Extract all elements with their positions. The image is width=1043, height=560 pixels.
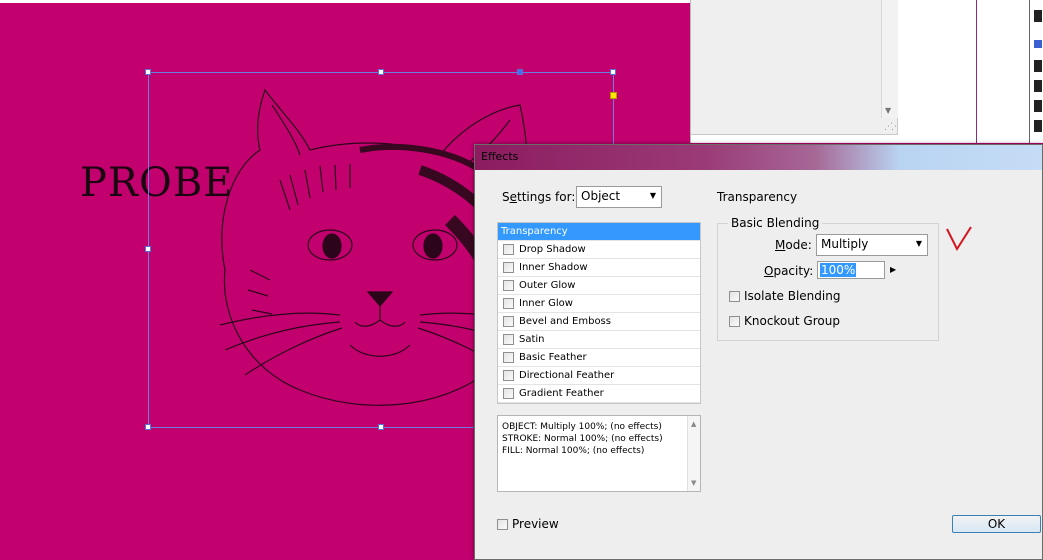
opacity-slider-arrow-icon[interactable]: ▶ — [890, 265, 896, 274]
frame-handle-top-left[interactable] — [145, 69, 151, 75]
frame-handle-top-center[interactable] — [378, 69, 384, 75]
dialog-title: Effects — [481, 150, 519, 163]
scroll-down-icon[interactable]: ▼ — [885, 106, 891, 115]
settings-for-label: Settings for: — [502, 190, 576, 204]
mode-value: Multiply — [821, 237, 869, 251]
frame-handle-bottom-center[interactable] — [378, 424, 384, 430]
canvas-top-edge — [0, 0, 690, 3]
effect-inner-glow[interactable]: Inner Glow — [498, 295, 700, 313]
effects-list: Transparency Drop Shadow Inner Shadow Ou… — [497, 222, 701, 404]
scroll-up-icon[interactable]: ▲ — [691, 418, 696, 430]
panel-scrollbar[interactable]: ▼ — [881, 0, 898, 118]
inner-glow-checkbox[interactable] — [503, 298, 514, 309]
effect-drop-shadow[interactable]: Drop Shadow — [498, 241, 700, 259]
effect-transparency[interactable]: Transparency — [498, 223, 700, 241]
red-check-annotation — [946, 226, 972, 252]
panel-divider — [1029, 0, 1030, 143]
effect-outer-glow[interactable]: Outer Glow — [498, 277, 700, 295]
isolate-blending-toggle[interactable]: Isolate Blending — [729, 289, 840, 303]
frame-handle-top-blue[interactable] — [517, 69, 523, 75]
basic-feather-checkbox[interactable] — [503, 352, 514, 363]
settings-for-select[interactable]: Object ▼ — [576, 186, 662, 208]
summary-scrollbar[interactable]: ▲ ▼ — [687, 416, 700, 491]
basic-blending-group: Basic Blending Mode: Multiply ▼ Opacity:… — [717, 216, 939, 341]
opacity-value: 100% — [820, 263, 857, 277]
satin-checkbox[interactable] — [503, 334, 514, 345]
ok-button[interactable]: OK — [952, 515, 1041, 533]
directional-feather-checkbox[interactable] — [503, 370, 514, 381]
chevron-down-icon: ▼ — [915, 239, 922, 248]
frame-handle-bottom-left[interactable] — [145, 424, 151, 430]
knockout-group-toggle[interactable]: Knockout Group — [729, 314, 840, 328]
preview-toggle[interactable]: Preview — [497, 517, 559, 531]
opacity-input[interactable]: 100% — [817, 261, 885, 279]
bevel-emboss-checkbox[interactable] — [503, 316, 514, 327]
inner-shadow-checkbox[interactable] — [503, 262, 514, 273]
effects-summary: OBJECT: Multiply 100%; (no effects) STRO… — [497, 415, 701, 492]
panel-list — [691, 0, 898, 135]
knockout-group-label: Knockout Group — [744, 314, 840, 328]
chevron-down-icon: ▼ — [649, 191, 656, 200]
effect-satin[interactable]: Satin — [498, 331, 700, 349]
preview-checkbox[interactable] — [497, 519, 508, 530]
resize-grip-icon[interactable]: ⋰⋰ — [884, 122, 900, 132]
gradient-feather-checkbox[interactable] — [503, 388, 514, 399]
summary-line-stroke: STROKE: Normal 100%; (no effects) — [502, 434, 663, 444]
section-title: Transparency — [717, 190, 798, 204]
drop-shadow-checkbox[interactable] — [503, 244, 514, 255]
mode-label: Mode: — [775, 238, 812, 252]
effect-directional-feather[interactable]: Directional Feather — [498, 367, 700, 385]
scroll-down-icon[interactable]: ▼ — [691, 477, 696, 489]
margin-guide — [976, 0, 977, 143]
opacity-label: Opacity: — [764, 264, 814, 278]
effect-inner-shadow[interactable]: Inner Shadow — [498, 259, 700, 277]
summary-line-fill: FILL: Normal 100%; (no effects) — [502, 446, 645, 456]
settings-for-value: Object — [581, 189, 621, 203]
frame-handle-mid-left[interactable] — [145, 246, 151, 252]
page-area — [898, 0, 978, 143]
mode-select[interactable]: Multiply ▼ — [816, 234, 928, 256]
summary-line-object: OBJECT: Multiply 100%; (no effects) — [502, 422, 662, 432]
effect-gradient-feather[interactable]: Gradient Feather — [498, 385, 700, 403]
panel-markers — [1034, 0, 1043, 143]
frame-handle-top-right[interactable] — [610, 69, 616, 75]
background-panel: ▼ ⋰⋰ — [690, 0, 1043, 143]
isolate-blending-label: Isolate Blending — [744, 289, 841, 303]
dialog-titlebar[interactable]: Effects — [475, 145, 1042, 170]
effect-bevel-emboss[interactable]: Bevel and Emboss — [498, 313, 700, 331]
outer-glow-checkbox[interactable] — [503, 280, 514, 291]
isolate-blending-checkbox[interactable] — [729, 291, 740, 302]
corner-options-handle[interactable] — [610, 92, 617, 99]
effect-basic-feather[interactable]: Basic Feather — [498, 349, 700, 367]
basic-blending-legend: Basic Blending — [728, 216, 823, 230]
preview-label: Preview — [512, 517, 559, 531]
knockout-group-checkbox[interactable] — [729, 316, 740, 327]
effects-dialog: Effects Settings for: Object ▼ Transpare… — [474, 144, 1043, 560]
